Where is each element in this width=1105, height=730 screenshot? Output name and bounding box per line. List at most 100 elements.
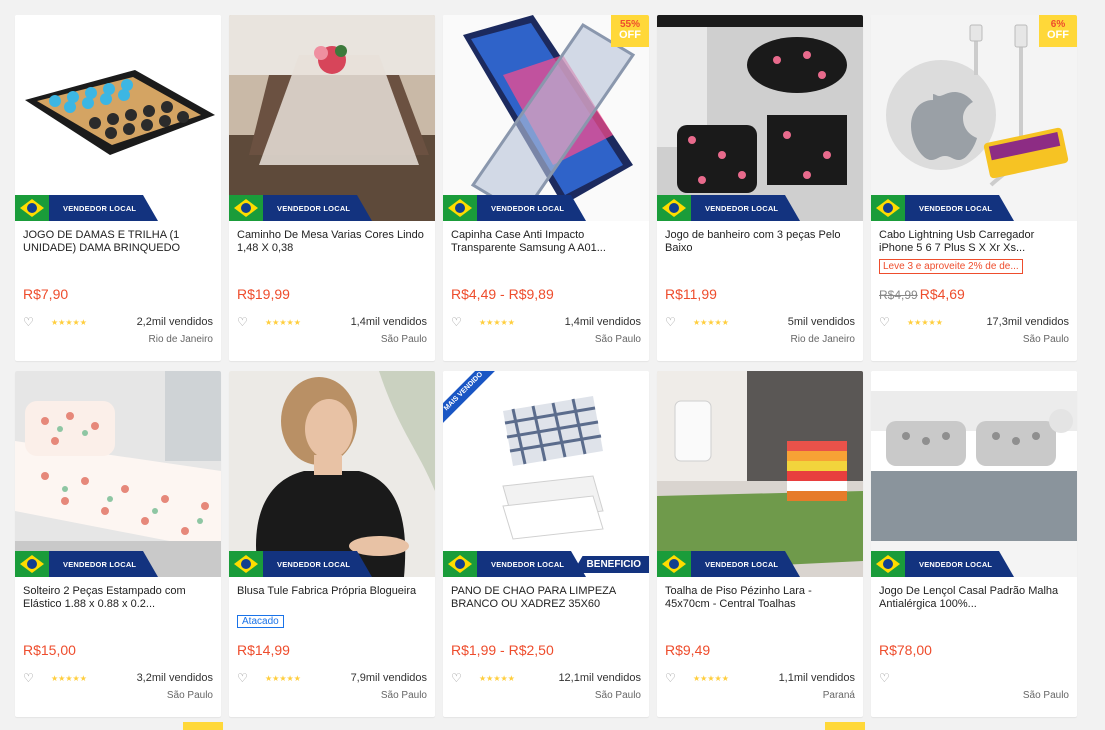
promo-tag[interactable]: Leve 3 e aproveite 2% de de... [879,259,1023,274]
product-image[interactable]: MAIS VENDIDO BENEFICIO VENDEDOR LOCAL [443,371,649,577]
sold-count: 5mil vendidos [787,316,855,328]
product-card[interactable]: VENDEDOR LOCAL Caminho De Mesa Varias Co… [229,15,435,361]
product-card[interactable]: VENDEDOR LOCAL Jogo de banheiro com 3 pe… [657,15,863,361]
brazil-flag-icon [443,195,477,221]
checkers-board-image [15,15,221,221]
seller-badge-label: VENDEDOR LOCAL [277,559,351,569]
local-seller-badge: VENDEDOR LOCAL [229,195,372,221]
product-image[interactable]: 55% OFF VENDEDOR LOCAL [443,15,649,221]
rating-stars: ★★★★★ [51,317,87,327]
local-seller-badge: VENDEDOR LOCAL [657,551,800,577]
local-seller-badge: VENDEDOR LOCAL [15,551,158,577]
wholesale-tag[interactable]: Atacado [237,615,284,628]
seller-location: Rio de Janeiro [148,334,213,345]
product-price: R$14,99 [237,642,290,658]
local-seller-badge: VENDEDOR LOCAL [15,195,158,221]
local-seller-badge: VENDEDOR LOCAL [871,551,1014,577]
seller-badge-label: VENDEDOR LOCAL [919,203,993,213]
sold-count: 3,2mil vendidos [136,672,213,684]
local-seller-badge: VENDEDOR LOCAL [871,195,1014,221]
seller-location: São Paulo [594,334,641,345]
cleaning-cloth-image [443,371,649,577]
product-image[interactable]: VENDEDOR LOCAL [15,371,221,577]
brazil-flag-icon [657,551,691,577]
seller-location: São Paulo [380,690,427,701]
product-title[interactable]: Solteiro 2 Peças Estampado com Elástico … [23,585,213,611]
sold-count: 1,4mil vendidos [350,316,427,328]
sold-count: 1,1mil vendidos [778,672,855,684]
product-card[interactable]: VENDEDOR LOCAL Blusa Tule Fabrica Própri… [229,371,435,717]
brazil-flag-icon [443,551,477,577]
product-price: R$19,99 [237,286,290,302]
product-card[interactable]: VENDEDOR LOCAL JOGO DE DAMAS E TRILHA (1… [15,15,221,361]
product-price: R$15,00 [23,642,76,658]
product-image[interactable]: 6% OFF VENDEDOR LOCAL [871,15,1077,221]
product-title[interactable]: PANO DE CHAO PARA LIMPEZA BRANCO OU XADR… [451,585,641,611]
heart-outline-icon[interactable]: ♡ [237,671,257,685]
product-grid: VENDEDOR LOCAL JOGO DE DAMAS E TRILHA (1… [15,15,1077,717]
sold-count: 1,4mil vendidos [564,316,641,328]
heart-outline-icon[interactable]: ♡ [237,315,257,329]
seller-location: Paraná [822,690,855,701]
product-price: R$11,99 [665,286,717,302]
seller-location: São Paulo [166,690,213,701]
product-title[interactable]: Caminho De Mesa Varias Cores Lindo 1,48 … [237,229,427,255]
heart-outline-icon[interactable]: ♡ [879,315,899,329]
heart-outline-icon[interactable]: ♡ [23,671,43,685]
seller-location: São Paulo [594,690,641,701]
discount-badge: 55% OFF [611,15,649,47]
brazil-flag-icon [229,551,263,577]
seller-badge-label: VENDEDOR LOCAL [63,203,137,213]
product-card[interactable]: VENDEDOR LOCAL Toalha de Piso Pézinho La… [657,371,863,717]
seller-location: São Paulo [1022,690,1069,701]
local-seller-badge: VENDEDOR LOCAL [443,551,586,577]
heart-outline-icon[interactable]: ♡ [451,315,471,329]
heart-outline-icon[interactable]: ♡ [879,671,899,685]
product-card[interactable]: VENDEDOR LOCAL Solteiro 2 Peças Estampad… [15,371,221,717]
product-image[interactable]: VENDEDOR LOCAL [657,15,863,221]
product-title[interactable]: Blusa Tule Fabrica Própria Blogueira [237,585,427,611]
product-price: R$78,00 [879,642,932,658]
seller-badge-label: VENDEDOR LOCAL [63,559,137,569]
rating-stars: ★★★★★ [479,317,515,327]
product-card[interactable]: 6% OFF VENDEDOR LOCAL Cabo Lightning Usb … [871,15,1077,361]
sold-count: 7,9mil vendidos [350,672,427,684]
local-seller-badge: VENDEDOR LOCAL [657,195,800,221]
product-image[interactable]: VENDEDOR LOCAL [229,15,435,221]
blouse-model-image [229,371,435,577]
heart-outline-icon[interactable]: ♡ [665,315,685,329]
product-price: R$7,90 [23,286,69,302]
heart-outline-icon[interactable]: ♡ [451,671,471,685]
product-card[interactable]: 55% OFF VENDEDOR LOCAL Capinha Case Anti … [443,15,649,361]
product-title[interactable]: Capinha Case Anti Impacto Transparente S… [451,229,641,255]
product-price: R$1,99 - R$2,50 [451,642,554,658]
sold-count: 2,2mil vendidos [136,316,213,328]
benefit-banner: BENEFICIO [572,556,649,573]
product-title[interactable]: Jogo De Lençol Casal Padrão Malha Antial… [879,585,1069,611]
product-image[interactable]: VENDEDOR LOCAL [229,371,435,577]
seller-badge-label: VENDEDOR LOCAL [277,203,351,213]
brazil-flag-icon [871,195,905,221]
product-image[interactable]: VENDEDOR LOCAL [871,371,1077,577]
product-image[interactable]: VENDEDOR LOCAL [657,371,863,577]
local-seller-badge: VENDEDOR LOCAL [229,551,372,577]
brazil-flag-icon [15,551,49,577]
rating-stars: ★★★★★ [907,317,943,327]
next-row-discount-strip [825,722,865,730]
product-title[interactable]: Jogo de banheiro com 3 peças Pelo Baixo [665,229,855,255]
bath-set-image [657,15,863,221]
product-title[interactable]: JOGO DE DAMAS E TRILHA (1 UNIDADE) DAMA … [23,229,213,255]
next-row-discount-strip [183,722,223,730]
heart-outline-icon[interactable]: ♡ [23,315,43,329]
heart-outline-icon[interactable]: ♡ [665,671,685,685]
rating-stars: ★★★★★ [51,673,87,683]
product-title[interactable]: Cabo Lightning Usb Carregador iPhone 5 6… [879,229,1069,255]
product-card[interactable]: VENDEDOR LOCAL Jogo De Lençol Casal Padr… [871,371,1077,717]
bed-sheet-gray-image [871,371,1077,577]
local-seller-badge: VENDEDOR LOCAL [443,195,586,221]
brazil-flag-icon [871,551,905,577]
product-image[interactable]: VENDEDOR LOCAL [15,15,221,221]
product-title[interactable]: Toalha de Piso Pézinho Lara - 45x70cm - … [665,585,855,611]
seller-badge-label: VENDEDOR LOCAL [705,203,779,213]
product-card[interactable]: MAIS VENDIDO BENEFICIO VENDEDOR LOCAL PA… [443,371,649,717]
